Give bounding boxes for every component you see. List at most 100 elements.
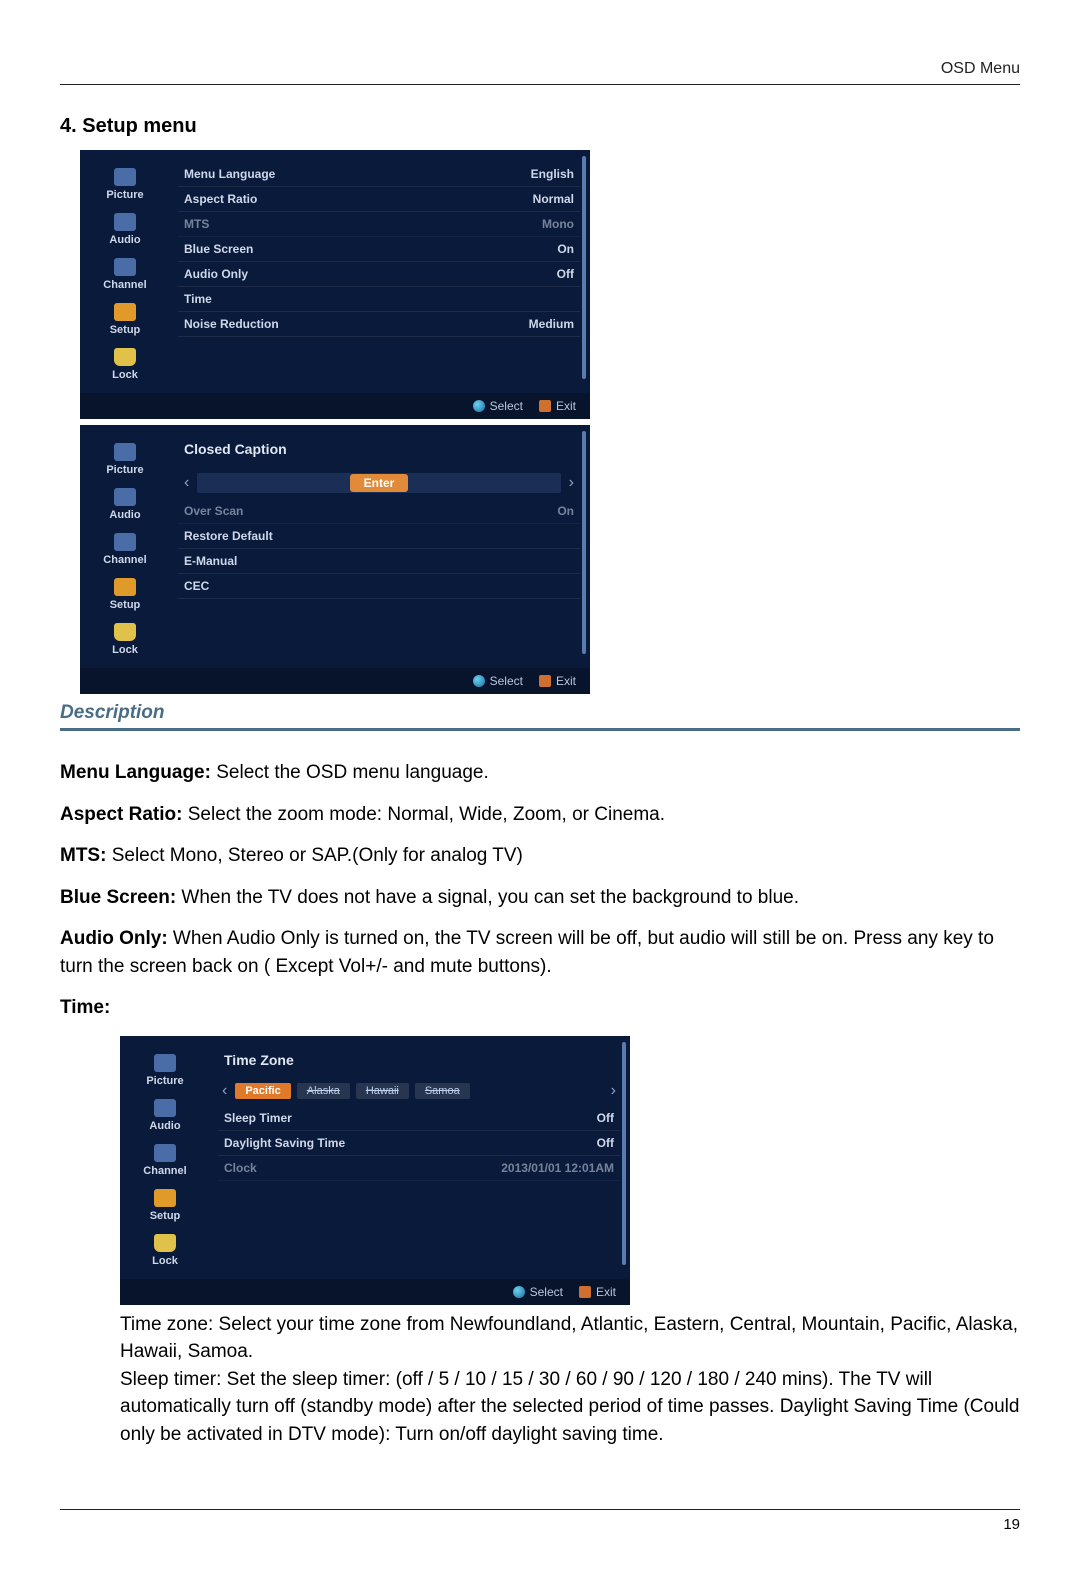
- slider-track: Enter: [197, 473, 560, 493]
- row-value: Normal: [533, 192, 574, 206]
- sidebar-item-picture[interactable]: Picture: [80, 168, 170, 201]
- chevron-left-icon[interactable]: ‹: [182, 474, 191, 492]
- time-zone-carousel[interactable]: ‹ Pacific Alaska Hawaii Samoa ›: [218, 1078, 620, 1106]
- row-label: Clock: [224, 1161, 257, 1175]
- osd-row-cec[interactable]: CEC: [178, 574, 580, 599]
- sidebar-item-setup[interactable]: Setup: [80, 303, 170, 336]
- time-description: Time zone: Select your time zone from Ne…: [120, 1311, 1020, 1449]
- osd-row-audio-only[interactable]: Audio OnlyOff: [178, 262, 580, 287]
- row-value: Off: [597, 1136, 614, 1150]
- sidebar-item-label: Audio: [109, 234, 140, 246]
- page-number: 19: [1003, 1516, 1020, 1533]
- enter-button[interactable]: Enter: [350, 474, 409, 492]
- sidebar-item-audio[interactable]: Audio: [120, 1099, 210, 1132]
- tz-option-active[interactable]: Pacific: [235, 1083, 290, 1099]
- sidebar-item-setup[interactable]: Setup: [120, 1189, 210, 1222]
- osd-row-sleep-timer[interactable]: Sleep TimerOff: [218, 1106, 620, 1131]
- channel-icon: [114, 533, 136, 551]
- sidebar-item-label: Picture: [106, 464, 143, 476]
- row-value: Medium: [529, 317, 574, 331]
- sidebar-item-channel[interactable]: Channel: [80, 258, 170, 291]
- osd-heading-time-zone: Time Zone: [218, 1048, 620, 1078]
- row-value: On: [557, 504, 574, 518]
- exit-hint: Exit: [579, 1285, 616, 1299]
- sidebar-item-picture[interactable]: Picture: [80, 443, 170, 476]
- select-hint: Select: [473, 399, 523, 413]
- row-label: Daylight Saving Time: [224, 1136, 345, 1150]
- osd-row-daylight-saving[interactable]: Daylight Saving Time Off: [218, 1131, 620, 1156]
- lock-icon: [114, 623, 136, 641]
- sidebar-item-label: Setup: [110, 599, 141, 611]
- picture-icon: [114, 168, 136, 186]
- osd-row-noise-reduction[interactable]: Noise Reduction Medium: [178, 312, 580, 337]
- select-icon: [473, 400, 485, 412]
- desc-audio-only: Audio Only: When Audio Only is turned on…: [60, 925, 1020, 980]
- row-label: Aspect Ratio: [184, 192, 257, 206]
- select-icon: [513, 1286, 525, 1298]
- osd-footer: Select Exit: [80, 668, 590, 694]
- osd-row-blue-screen[interactable]: Blue ScreenOn: [178, 237, 580, 262]
- desc-mts: MTS: Select Mono, Stereo or SAP.(Only fo…: [60, 842, 1020, 870]
- setup-icon: [154, 1189, 176, 1207]
- picture-icon: [154, 1054, 176, 1072]
- sidebar-item-label: Picture: [146, 1075, 183, 1087]
- sidebar-item-picture[interactable]: Picture: [120, 1054, 210, 1087]
- sidebar-item-setup[interactable]: Setup: [80, 578, 170, 611]
- osd-row-menu-language[interactable]: Menu LanguageEnglish: [178, 162, 580, 187]
- osd-enter-slider[interactable]: ‹ Enter ›: [178, 467, 580, 499]
- page-header: OSD Menu: [60, 60, 1020, 85]
- tz-option[interactable]: Samoa: [415, 1083, 470, 1099]
- sidebar-item-label: Lock: [152, 1255, 178, 1267]
- lock-icon: [114, 348, 136, 366]
- sidebar-item-label: Setup: [150, 1210, 181, 1222]
- description-block: Menu Language: Select the OSD menu langu…: [60, 759, 1020, 1022]
- row-value: Mono: [542, 217, 574, 231]
- row-label: Time: [184, 292, 212, 306]
- setup-icon: [114, 578, 136, 596]
- lock-icon: [154, 1234, 176, 1252]
- desc-blue-screen: Blue Screen: When the TV does not have a…: [60, 884, 1020, 912]
- audio-icon: [154, 1099, 176, 1117]
- exit-icon: [539, 675, 551, 687]
- sidebar-item-label: Channel: [103, 279, 146, 291]
- osd-sidebar: Picture Audio Channel Setup Lock: [120, 1044, 210, 1279]
- sidebar-item-label: Lock: [112, 369, 138, 381]
- time-zone-text: Time zone: Select your time zone from Ne…: [120, 1311, 1020, 1366]
- tz-option[interactable]: Hawaii: [356, 1083, 409, 1099]
- sidebar-item-label: Channel: [143, 1165, 186, 1177]
- sidebar-item-lock[interactable]: Lock: [80, 623, 170, 656]
- row-label: Noise Reduction: [184, 317, 279, 331]
- audio-icon: [114, 488, 136, 506]
- chevron-right-icon[interactable]: ›: [567, 474, 576, 492]
- osd-row-over-scan: Over ScanOn: [178, 499, 580, 524]
- exit-icon: [579, 1286, 591, 1298]
- tz-option[interactable]: Alaska: [297, 1083, 350, 1099]
- osd-row-clock: Clock2013/01/01 12:01AM: [218, 1156, 620, 1181]
- setup-icon: [114, 303, 136, 321]
- chevron-left-icon[interactable]: ‹: [220, 1082, 229, 1100]
- row-label: E-Manual: [184, 554, 237, 568]
- osd-screenshot-time: Picture Audio Channel Setup Lock Time Zo…: [120, 1036, 630, 1305]
- row-label: Restore Default: [184, 529, 273, 543]
- row-value: On: [557, 242, 574, 256]
- osd-row-aspect-ratio[interactable]: Aspect Ratio Normal: [178, 187, 580, 212]
- audio-icon: [114, 213, 136, 231]
- section-title: 4. Setup menu: [60, 115, 1020, 138]
- osd-screenshot-setup-1: Picture Audio Channel Setup Lock Menu La…: [80, 150, 590, 419]
- desc-time: Time:: [60, 994, 1020, 1022]
- picture-icon: [114, 443, 136, 461]
- osd-row-e-manual[interactable]: E-Manual: [178, 549, 580, 574]
- osd-row-time[interactable]: Time: [178, 287, 580, 312]
- sidebar-item-label: Picture: [106, 189, 143, 201]
- sidebar-item-audio[interactable]: Audio: [80, 213, 170, 246]
- sidebar-item-audio[interactable]: Audio: [80, 488, 170, 521]
- desc-aspect-ratio: Aspect Ratio: Select the zoom mode: Norm…: [60, 801, 1020, 829]
- page-footer: 19: [60, 1509, 1020, 1533]
- chevron-right-icon[interactable]: ›: [609, 1082, 618, 1100]
- osd-row-restore-default[interactable]: Restore Default: [178, 524, 580, 549]
- osd-sidebar: Picture Audio Channel Setup Lock: [80, 433, 170, 668]
- sidebar-item-lock[interactable]: Lock: [120, 1234, 210, 1267]
- sidebar-item-channel[interactable]: Channel: [80, 533, 170, 566]
- sidebar-item-channel[interactable]: Channel: [120, 1144, 210, 1177]
- sidebar-item-lock[interactable]: Lock: [80, 348, 170, 381]
